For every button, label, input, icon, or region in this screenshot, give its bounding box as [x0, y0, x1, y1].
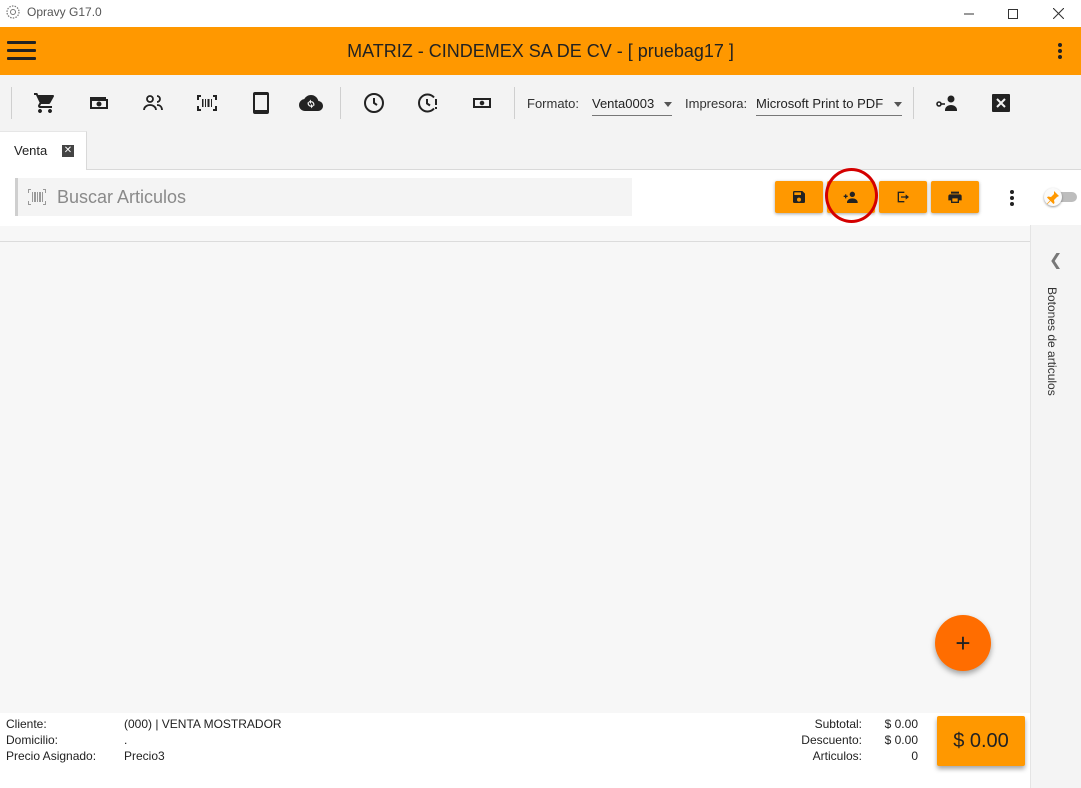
more-actions-icon[interactable] [1006, 190, 1018, 208]
add-client-button[interactable] [827, 181, 875, 213]
app-header: MATRIZ - CINDEMEX SA DE CV - [ pruebag17… [0, 27, 1081, 75]
tablet-icon[interactable] [249, 91, 273, 115]
domicilio-value: . [124, 733, 128, 747]
minimize-button[interactable] [946, 0, 992, 27]
window-title: Opravy G17.0 [27, 5, 102, 19]
tab-bar: Venta ✕ [0, 131, 1081, 170]
history-alert-icon[interactable] [416, 91, 440, 115]
printer-icon [948, 191, 962, 203]
more-options-icon[interactable] [1054, 43, 1066, 61]
articulos-label: Articulos: [812, 749, 862, 763]
main-toolbar: Formato: Venta0003 Impresora: Microsoft … [0, 75, 1081, 131]
close-tab-icon[interactable]: ✕ [62, 145, 74, 157]
cliente-value: (000) | VENTA MOSTRADOR [124, 717, 282, 731]
toolbar-divider [340, 87, 341, 119]
chevron-down-icon [894, 102, 902, 107]
cloud-sync-icon[interactable] [299, 91, 323, 115]
side-panel-label: Botones de articulos [1045, 287, 1059, 396]
toolbar-divider [514, 87, 515, 119]
list-header-divider [0, 241, 1030, 242]
articulos-value: 0 [911, 749, 918, 763]
impresora-select[interactable]: Microsoft Print to PDF [756, 94, 902, 116]
tab-venta[interactable]: Venta ✕ [0, 131, 87, 170]
close-box-icon[interactable] [989, 91, 1013, 115]
search-box [15, 178, 632, 216]
descuento-label: Descuento: [801, 733, 862, 747]
impresora-value: Microsoft Print to PDF [756, 96, 884, 111]
chevron-down-icon [664, 102, 672, 107]
pin-toggle[interactable] [1043, 188, 1077, 206]
toolbar-divider [913, 87, 914, 119]
clients-icon[interactable] [141, 91, 165, 115]
barcode-scan-icon[interactable] [195, 91, 219, 115]
exit-icon [897, 191, 909, 203]
sale-action-bar [0, 170, 1081, 225]
pin-icon [1044, 188, 1062, 206]
descuento-value: $ 0.00 [884, 733, 918, 747]
plus-icon: + [955, 628, 971, 658]
add-item-fab[interactable]: + [935, 615, 991, 671]
exit-button[interactable] [879, 181, 927, 213]
maximize-button[interactable] [990, 0, 1036, 27]
add-person-icon [843, 191, 858, 203]
subtotal-value: $ 0.00 [884, 717, 918, 731]
article-buttons-panel[interactable]: ❮ Botones de articulos [1030, 225, 1081, 788]
chevron-left-icon[interactable]: ❮ [1049, 250, 1062, 270]
cash-icon[interactable] [87, 91, 111, 115]
save-button[interactable] [775, 181, 823, 213]
toolbar-divider [11, 87, 12, 119]
tab-label: Venta [14, 143, 48, 158]
precio-asignado-label: Precio Asignado: [6, 749, 97, 763]
app-logo-icon [6, 5, 20, 19]
subtotal-label: Subtotal: [814, 717, 862, 731]
search-input[interactable] [57, 186, 617, 208]
close-icon [1052, 8, 1064, 19]
impresora-label: Impresora: [685, 96, 748, 111]
close-window-button[interactable] [1035, 0, 1081, 27]
formato-select[interactable]: Venta0003 [592, 94, 672, 116]
money-icon[interactable] [470, 91, 494, 115]
formato-value: Venta0003 [592, 96, 655, 111]
maximize-icon [1008, 8, 1018, 19]
total-button[interactable]: $ 0.00 [937, 716, 1025, 766]
sale-summary-footer: Cliente: (000) | VENTA MOSTRADOR Domicil… [0, 713, 1030, 788]
formato-label: Formato: [527, 96, 580, 111]
barcode-icon [28, 189, 46, 205]
precio-asignado-value: Precio3 [124, 749, 165, 763]
window-titlebar: Opravy G17.0 [0, 0, 1081, 27]
cart-icon[interactable] [33, 91, 57, 115]
save-icon [793, 191, 805, 203]
cliente-label: Cliente: [6, 717, 47, 731]
domicilio-label: Domicilio: [6, 733, 59, 747]
print-button[interactable] [931, 181, 979, 213]
user-key-icon[interactable] [935, 91, 959, 115]
minimize-icon [964, 13, 974, 14]
app-title: MATRIZ - CINDEMEX SA DE CV - [ pruebag17… [347, 41, 734, 61]
clock-icon[interactable] [362, 91, 386, 115]
items-list-area [0, 225, 1030, 713]
